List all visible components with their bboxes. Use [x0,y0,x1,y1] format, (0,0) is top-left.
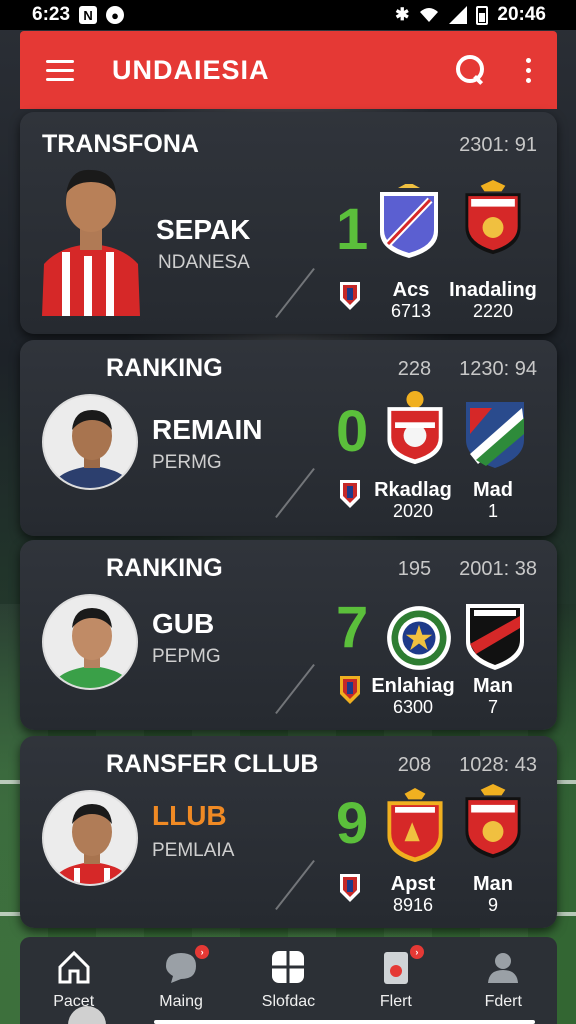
nav-label: Maing [159,993,203,1010]
team-value: 2220 [472,301,514,321]
transfer-club-card[interactable]: RANSFER CLLUB 208 1028: 43 LLUB PEMLAIA … [20,736,557,928]
search-icon[interactable] [456,55,486,85]
wifi-icon [420,8,439,22]
team-crest-icon [387,788,443,863]
nav-item-grid[interactable]: Slofdac [238,949,338,1011]
player-name: LLUB [152,800,227,831]
team-value: 2020 [392,501,434,521]
nav-item-messages[interactable]: › Maing [131,945,231,1011]
chat-icon [166,953,197,983]
card-meta-value: 228 [397,358,432,380]
status-bar: 6:23 N ● ✱ 20:46 [0,0,576,30]
status-time: 6:23 [32,4,71,25]
player-avatar [42,394,138,490]
app-notification-icon: ● [106,6,125,24]
team-value: 8916 [392,895,434,915]
team-value: 9 [487,895,498,915]
card-icon [383,952,408,984]
signal-icon [449,6,468,24]
ranking-card[interactable]: RANKING 195 2001: 38 GUB PEPMG 7 Enlahia… [20,540,557,730]
grid-icon [272,951,305,983]
home-icon [58,950,90,984]
divider [275,267,315,319]
team-stat: Mad 1 [438,480,548,522]
bluetooth-icon: ✱ [395,5,410,24]
card-meta-value: 195 [397,558,432,580]
card-title: RANKING [106,354,223,382]
player-name: REMAIN [152,414,263,445]
nav-label: Flert [379,993,412,1010]
card-title: TRANSFONA [42,130,199,158]
player-subtitle: PERMG [152,452,222,473]
notification-badge-icon: › [195,945,210,959]
player-name: GUB [152,608,215,639]
score-number: 7 [336,595,369,660]
nav-label: Fdert [484,993,522,1010]
card-meta-value: 1230: 94 [459,358,537,380]
app-title: UNDAIESIA [112,54,270,85]
team-name: Man [473,675,513,697]
card-meta-value: 2001: 38 [459,558,537,580]
team-name: Man [473,873,513,895]
bottom-navigation: Pacet › Maing Slofdac › Flert Fdert [20,937,557,1024]
player-photo [40,164,142,316]
player-subtitle: NDANESA [158,252,250,273]
card-title: RANKING [106,554,223,582]
team-stat: Man 7 [438,676,548,718]
card-meta-value: 2301: 91 [459,134,537,156]
profile-icon [488,953,519,983]
card-meta-value: 208 [397,754,432,776]
divider [275,467,315,519]
score-number: 1 [336,197,369,262]
nav-item-profile[interactable]: Fdert [453,949,553,1011]
team-crest-icon [380,184,438,258]
team-crest-icon [387,390,443,465]
team-stat: Man 9 [438,874,548,916]
team-crest-icon [466,604,524,670]
card-meta: 195 2001: 38 [398,558,537,581]
notification-icon: N [79,6,98,24]
transfer-card[interactable]: TRANSFONA 2301: 91 SEPAK NDANESA 1 Acs 6… [20,112,557,334]
team-crest-icon [465,180,521,255]
team-crest-icon [465,784,521,859]
score-number: 0 [336,399,369,464]
team-name: Inadaling [449,279,537,301]
nav-item-cards[interactable]: › Flert [346,945,446,1011]
more-options-icon[interactable] [526,57,531,83]
nav-item-home[interactable]: Pacet [24,949,124,1011]
divider [275,859,315,911]
team-name: Mad [473,479,513,501]
player-avatar [42,594,138,690]
ranking-card[interactable]: RANKING 228 1230: 94 REMAIN PERMG 0 Rkad… [20,340,557,536]
team-stat: Inadaling 2220 [438,280,548,322]
card-meta: 2301: 91 [459,134,537,157]
battery-icon [476,5,489,25]
team-crest-icon [387,606,451,670]
card-meta: 228 1230: 94 [398,358,537,381]
team-crest-icon [466,402,524,468]
card-meta: 208 1028: 43 [398,754,537,777]
team-value: 6713 [390,301,432,321]
player-avatar [42,790,138,886]
card-title: RANSFER CLLUB [106,750,319,778]
player-name: SEPAK [156,214,251,245]
notification-badge-icon: › [409,945,424,959]
team-value: 7 [487,697,498,717]
app-header: UNDAIESIA [20,31,557,109]
team-value: 1 [487,501,498,521]
team-value: 6300 [392,697,434,717]
status-clock: 20:46 [497,4,546,25]
gesture-bar [154,1020,535,1024]
card-meta-value: 1028: 43 [459,754,537,776]
divider [275,663,315,715]
score-number: 9 [336,791,369,856]
player-subtitle: PEPMG [152,646,221,667]
nav-label: Slofdac [261,993,316,1010]
player-subtitle: PEMLAIA [152,840,235,861]
menu-icon[interactable] [46,59,74,81]
